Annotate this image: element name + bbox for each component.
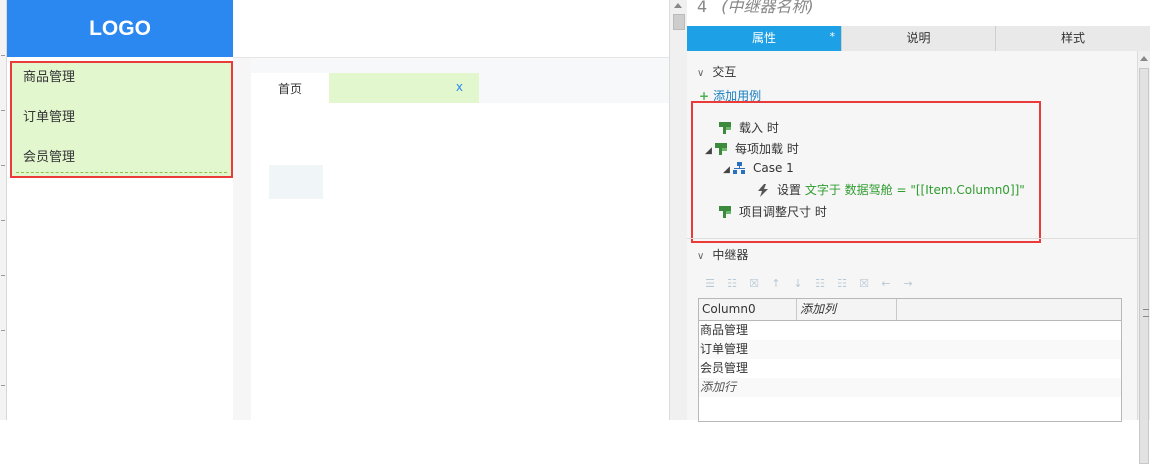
repeater-section-header[interactable]: ∨ 中继器 bbox=[697, 246, 748, 263]
tab-notes[interactable]: 说明 bbox=[842, 26, 996, 51]
event-on-item-resize-label: 项目调整尺寸 时 bbox=[739, 205, 827, 219]
insert-row-icon[interactable]: ☰ bbox=[701, 276, 719, 290]
modified-marker: * bbox=[829, 30, 836, 43]
panel-title: 4 (中继器名称) bbox=[687, 0, 814, 22]
tab-style-label: 样式 bbox=[1060, 31, 1085, 45]
expand-triangle-icon[interactable]: ◢ bbox=[705, 146, 715, 156]
panel-scrollbar[interactable] bbox=[1137, 51, 1150, 464]
widget-name[interactable]: (中继器名称) bbox=[721, 0, 814, 16]
tab-close-icon[interactable]: x bbox=[456, 80, 463, 94]
chevron-down-icon[interactable]: ∨ bbox=[697, 68, 704, 79]
grip-icon bbox=[1143, 309, 1149, 317]
action-detail: 文字于 数据驾舱 = "[[Item.Column0]]" bbox=[804, 183, 1025, 197]
table-row[interactable]: 商品管理 bbox=[699, 321, 1121, 340]
move-down-icon[interactable]: ↓ bbox=[789, 276, 807, 290]
delete-row-icon[interactable]: ☒ bbox=[745, 276, 763, 290]
tab-new[interactable]: x bbox=[329, 73, 479, 103]
tab-home[interactable]: 首页 bbox=[251, 73, 329, 103]
table-row[interactable]: 订单管理 bbox=[699, 340, 1121, 359]
move-left-icon[interactable]: ← bbox=[877, 276, 895, 290]
event-on-load-label: 载入 时 bbox=[739, 121, 779, 135]
event-flag-icon bbox=[719, 206, 731, 218]
event-flag-icon bbox=[715, 143, 727, 155]
interaction-section-header[interactable]: ∨ 交互 bbox=[697, 63, 736, 80]
page-tabs: 首页 x bbox=[251, 73, 479, 103]
interaction-events-box: 载入 时 ◢ 每项加载 时 ◢ Case 1 设置 文字于 数据驾舱 = "[[… bbox=[691, 101, 1041, 243]
move-right-icon[interactable]: → bbox=[899, 276, 917, 290]
expand-triangle-icon[interactable]: ◢ bbox=[723, 165, 733, 175]
repeater-toolbar: ☰ ☷ ☒ ↑ ↓ ☷ ☷ ☒ ← → bbox=[701, 276, 917, 290]
event-flag-icon bbox=[719, 122, 731, 134]
section-divider bbox=[687, 238, 1137, 239]
tab-properties[interactable]: 属性 * bbox=[687, 26, 842, 51]
tab-notes-label: 说明 bbox=[906, 31, 931, 45]
menu-dashed-border bbox=[16, 172, 227, 173]
chevron-down-icon[interactable]: ∨ bbox=[697, 251, 704, 262]
table-row[interactable]: 会员管理 bbox=[699, 359, 1121, 378]
content-body bbox=[251, 103, 669, 420]
scroll-up-icon[interactable] bbox=[674, 3, 682, 8]
interaction-heading: 交互 bbox=[712, 65, 737, 79]
column-header[interactable]: Column0 bbox=[699, 299, 797, 320]
add-row-cell[interactable]: 添加行 bbox=[699, 378, 1121, 397]
menu-item-members[interactable]: 会员管理 bbox=[12, 143, 231, 183]
tab-style[interactable]: 样式 bbox=[996, 26, 1150, 51]
design-canvas[interactable]: LOGO 商品管理 订单管理 会员管理 首页 x bbox=[7, 0, 669, 420]
move-up-icon[interactable]: ↑ bbox=[767, 276, 785, 290]
action-set-text[interactable]: 设置 文字于 数据驾舱 = "[[Item.Column0]]" bbox=[757, 181, 1025, 198]
scroll-up-icon[interactable] bbox=[1140, 56, 1148, 61]
canvas-scrollbar[interactable] bbox=[669, 0, 687, 420]
panel-body: ∨ 交互 + 添加用例 载入 时 ◢ 每项加载 时 ◢ Case 1 设置 文字… bbox=[687, 51, 1137, 422]
panel-tabs: 属性 * 说明 样式 bbox=[687, 26, 1150, 51]
case-label: Case 1 bbox=[753, 161, 794, 175]
inspector-panel: 4 (中继器名称) 属性 * 说明 样式 ∨ 交互 + 添加用例 载入 时 ◢ … bbox=[687, 0, 1150, 464]
scroll-thumb[interactable] bbox=[1139, 68, 1149, 464]
vertical-ruler bbox=[0, 0, 7, 420]
repeater-heading: 中继器 bbox=[712, 248, 749, 262]
case-item[interactable]: ◢ Case 1 bbox=[723, 161, 794, 175]
column-right-icon[interactable]: ☷ bbox=[833, 276, 851, 290]
repeater-data-grid: Column0 添加列 商品管理 订单管理 会员管理 添加行 bbox=[698, 298, 1122, 422]
insert-column-icon[interactable]: ☷ bbox=[723, 276, 741, 290]
grid-header: Column0 添加列 bbox=[699, 299, 1121, 321]
placeholder-box bbox=[269, 165, 323, 199]
lightning-icon bbox=[757, 184, 769, 197]
event-on-item-load[interactable]: ◢ 每项加载 时 bbox=[705, 140, 799, 157]
scroll-thumb[interactable] bbox=[673, 14, 685, 30]
action-prefix: 设置 bbox=[777, 183, 802, 197]
add-column-cell[interactable]: 添加列 bbox=[797, 299, 897, 320]
tab-properties-label: 属性 bbox=[751, 31, 776, 45]
case-tree-icon bbox=[733, 162, 745, 174]
widget-number: 4 bbox=[697, 0, 708, 16]
event-on-load[interactable]: 载入 时 bbox=[719, 119, 779, 136]
column-left-icon[interactable]: ☷ bbox=[811, 276, 829, 290]
logo: LOGO bbox=[7, 0, 233, 57]
content-gutter bbox=[233, 58, 251, 420]
menu-item-products[interactable]: 商品管理 bbox=[12, 63, 231, 103]
event-on-item-resize[interactable]: 项目调整尺寸 时 bbox=[719, 203, 827, 220]
menu-item-orders[interactable]: 订单管理 bbox=[12, 103, 231, 143]
event-on-item-load-label: 每项加载 时 bbox=[735, 142, 799, 156]
repeater-menu[interactable]: 商品管理 订单管理 会员管理 bbox=[10, 61, 233, 178]
delete-column-icon[interactable]: ☒ bbox=[855, 276, 873, 290]
